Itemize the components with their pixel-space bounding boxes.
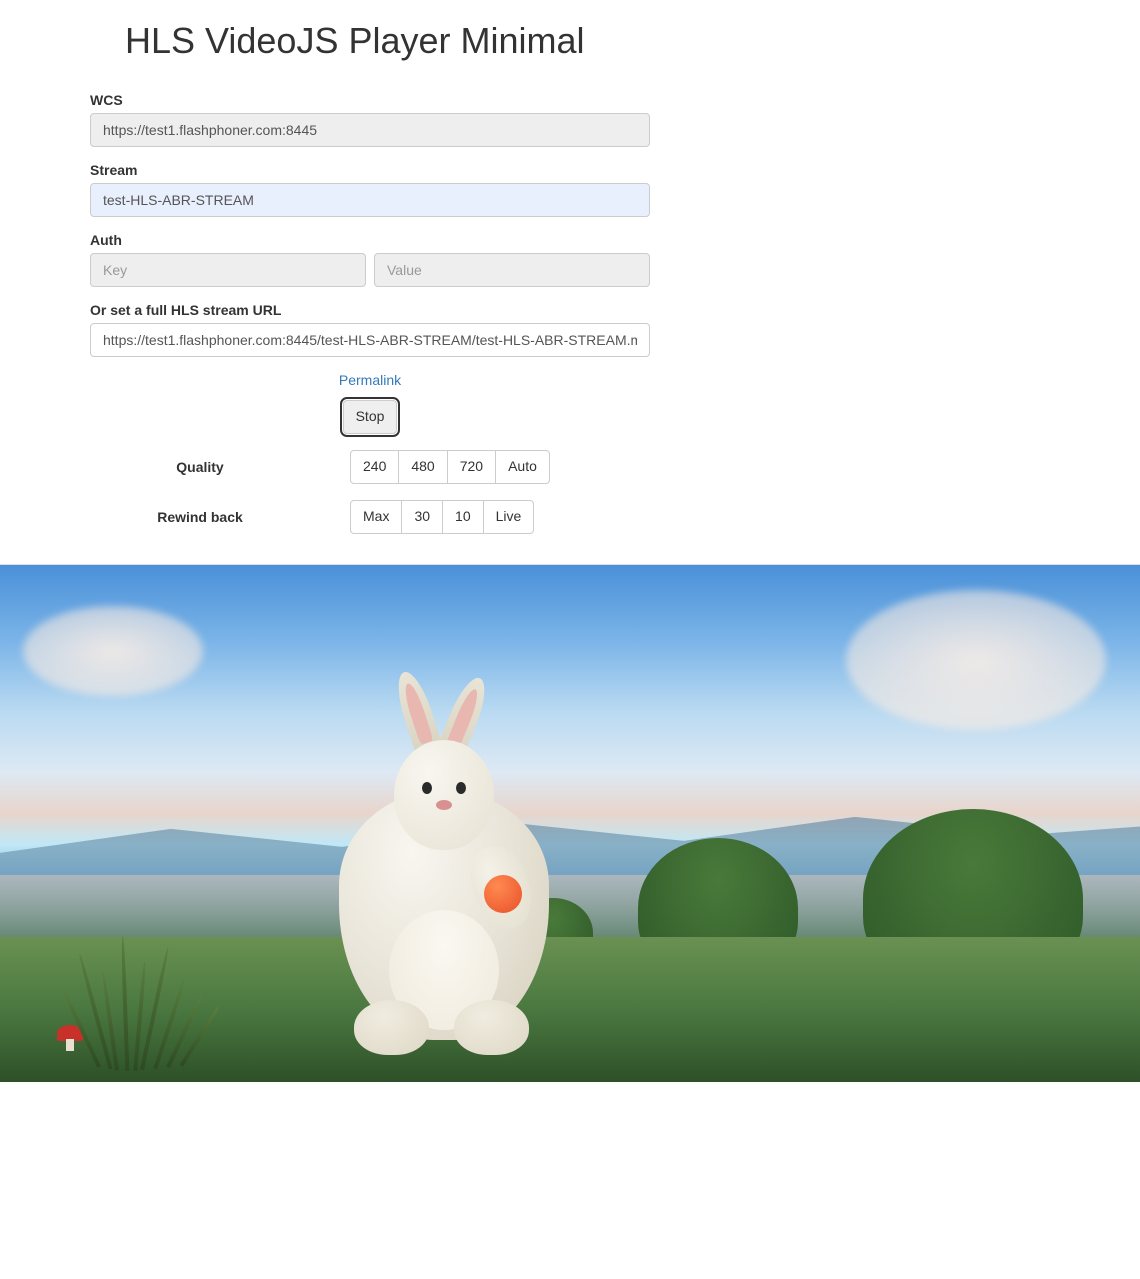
- rewind-live-button[interactable]: Live: [483, 500, 535, 534]
- auth-key-input[interactable]: [90, 253, 366, 287]
- quality-480-button[interactable]: 480: [398, 450, 447, 484]
- grass-decoration: [0, 937, 1140, 1082]
- auth-group: Auth: [90, 232, 650, 287]
- quality-720-button[interactable]: 720: [447, 450, 496, 484]
- auth-value-input[interactable]: [374, 253, 650, 287]
- quality-auto-button[interactable]: Auto: [495, 450, 550, 484]
- stop-button[interactable]: Stop: [343, 400, 398, 434]
- rewind-30-button[interactable]: 30: [401, 500, 443, 534]
- full-url-group: Or set a full HLS stream URL: [90, 302, 650, 357]
- quality-row: Quality 240 480 720 Auto: [90, 450, 650, 484]
- auth-label: Auth: [90, 232, 650, 248]
- form-area: WCS Stream Auth Or set a full HLS stream…: [90, 92, 650, 534]
- full-url-input[interactable]: [90, 323, 650, 357]
- stream-input[interactable]: [90, 183, 650, 217]
- rewind-row: Rewind back Max 30 10 Live: [90, 500, 650, 534]
- permalink-link[interactable]: Permalink: [339, 372, 401, 388]
- quality-label: Quality: [90, 459, 350, 475]
- stream-group: Stream: [90, 162, 650, 217]
- stream-label: Stream: [90, 162, 650, 178]
- rewind-10-button[interactable]: 10: [442, 500, 484, 534]
- mushroom-decoration: [57, 1025, 83, 1051]
- stop-row: Stop: [90, 400, 650, 434]
- wcs-label: WCS: [90, 92, 650, 108]
- rewind-max-button[interactable]: Max: [350, 500, 402, 534]
- cloud-decoration: [23, 606, 203, 696]
- video-content-illustration: [319, 680, 569, 1040]
- permalink-row: Permalink: [90, 372, 650, 388]
- page-title: HLS VideoJS Player Minimal: [125, 20, 1125, 62]
- rewind-label: Rewind back: [90, 509, 350, 525]
- video-player[interactable]: [0, 564, 1140, 1082]
- rewind-button-group: Max 30 10 Live: [350, 500, 534, 534]
- wcs-group: WCS: [90, 92, 650, 147]
- quality-240-button[interactable]: 240: [350, 450, 399, 484]
- wcs-input[interactable]: [90, 113, 650, 147]
- full-url-label: Or set a full HLS stream URL: [90, 302, 650, 318]
- cloud-decoration: [846, 590, 1106, 730]
- quality-button-group: 240 480 720 Auto: [350, 450, 550, 484]
